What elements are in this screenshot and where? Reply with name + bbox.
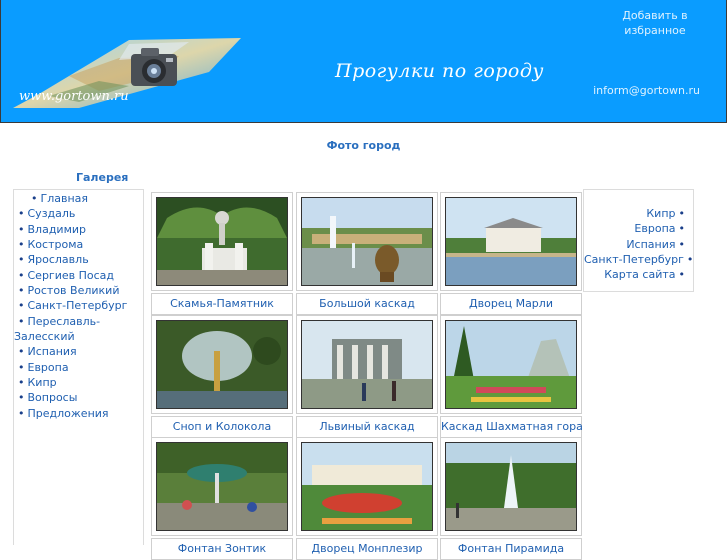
photo-thumbnail[interactable] xyxy=(440,437,582,536)
photo-caption[interactable]: Дворец Монплезир xyxy=(296,538,438,560)
nav-item-label: Предложения xyxy=(27,406,109,420)
nav-item-label: Ростов Великий xyxy=(27,284,120,298)
gallery-item[interactable]: Скамья-Памятник xyxy=(151,192,293,315)
nav-item-label: Кипр xyxy=(27,376,57,390)
nav-item-label: Ярославль xyxy=(27,253,89,267)
bullet-icon: • xyxy=(18,376,25,390)
photo-thumbnail[interactable] xyxy=(296,192,438,291)
photo-caption[interactable]: Сноп и Колокола xyxy=(151,416,293,438)
gallery-item[interactable]: Фонтан Пирамида xyxy=(440,437,582,560)
photo-caption[interactable]: Скамья-Памятник xyxy=(151,293,293,315)
bullet-icon: • xyxy=(18,284,25,298)
nav-item-label: Сергиев Посад xyxy=(27,268,115,282)
nav-item-label: Испания xyxy=(27,345,77,359)
bullet-icon: • xyxy=(18,222,25,236)
nav-item-label: Европа xyxy=(27,360,69,374)
nav-item-label: Санкт-Петербург xyxy=(27,299,128,313)
gallery-item[interactable]: Дворец Марли xyxy=(440,192,582,315)
bullet-icon: • xyxy=(18,268,25,282)
photo-thumbnail[interactable] xyxy=(151,315,293,414)
gallery-item[interactable]: Фонтан Зонтик xyxy=(151,437,293,560)
nav-item-label: Европа xyxy=(634,222,676,236)
gallery-heading: Галерея xyxy=(76,171,129,184)
nav-item-suzdal[interactable]: • Суздаль xyxy=(14,206,143,221)
photo-caption[interactable]: Дворец Марли xyxy=(440,293,582,315)
bullet-icon: • xyxy=(686,253,694,267)
page-title: Фото город xyxy=(326,139,401,152)
bullet-icon: • xyxy=(678,207,686,220)
nav-item-spain[interactable]: • Испания xyxy=(14,344,143,359)
bullet-icon: • xyxy=(18,360,25,374)
header-banner: www.gortown.ru Прогулки по городу Добави… xyxy=(0,0,727,123)
nav-item-label: Испания xyxy=(626,237,676,251)
logo-text: www.gortown.ru xyxy=(19,89,129,104)
nav-item-kostroma[interactable]: • Кострома xyxy=(14,237,143,252)
nav-item-label: Вопросы xyxy=(27,391,78,405)
nav-item-vladimir[interactable]: • Владимир xyxy=(14,222,143,237)
nav-item-label: Владимир xyxy=(27,222,87,236)
photo-thumbnail[interactable] xyxy=(296,315,438,414)
gallery-item[interactable]: Каскад Шахматная гора xyxy=(440,315,583,438)
left-nav-menu: • Главная • Суздаль • Владимир • Кострома • Я… xyxy=(13,189,144,545)
right-nav-item-cyprus[interactable]: Кипр • xyxy=(584,206,685,221)
add-to-favorites-link[interactable]: Добавить в избранное xyxy=(610,8,700,38)
nav-item-label: Карта сайта xyxy=(604,268,676,282)
gallery-item[interactable]: Сноп и Колокола xyxy=(151,315,293,438)
gallery-item[interactable]: Дворец Монплезир xyxy=(296,437,438,560)
bullet-icon: • xyxy=(18,314,25,328)
bullet-icon: • xyxy=(31,192,38,205)
bullet-icon: • xyxy=(18,391,25,405)
bullet-icon: • xyxy=(18,345,25,359)
email-link[interactable]: inform@gortown.ru xyxy=(593,84,700,97)
nav-item-cyprus[interactable]: • Кипр xyxy=(14,375,143,390)
nav-item-label: Санкт-Петербург xyxy=(584,253,684,267)
bullet-icon: • xyxy=(678,237,686,251)
photo-thumbnail[interactable] xyxy=(440,315,582,414)
photo-thumbnail[interactable] xyxy=(296,437,438,536)
site-title: Прогулки по городу xyxy=(335,60,544,82)
photo-caption[interactable]: Большой каскад xyxy=(296,293,438,315)
nav-item-label: Главная xyxy=(40,192,89,205)
bullet-icon: • xyxy=(678,268,686,282)
nav-item-rostov[interactable]: • Ростов Великий xyxy=(14,283,143,298)
nav-item-suggestions[interactable]: • Предложения xyxy=(14,406,143,421)
gallery-item[interactable]: Большой каскад xyxy=(296,192,438,315)
right-nav-item-spb[interactable]: Санкт-Петербург • xyxy=(584,252,693,267)
right-nav-item-spain[interactable]: Испания • xyxy=(584,237,685,252)
nav-item-pereslavl[interactable]: • Переславль-Залесский xyxy=(14,314,143,345)
nav-item-yaroslavl[interactable]: • Ярославль xyxy=(14,252,143,267)
bullet-icon: • xyxy=(18,207,25,221)
nav-item-label: Переславль-Залесский xyxy=(14,314,101,344)
bullet-icon: • xyxy=(18,299,25,313)
right-nav-item-sitemap[interactable]: Карта сайта • xyxy=(584,267,685,282)
photo-caption[interactable]: Фонтан Пирамида xyxy=(440,538,582,560)
bullet-icon: • xyxy=(678,222,686,236)
photo-caption[interactable]: Львиный каскад xyxy=(296,416,438,438)
nav-item-questions[interactable]: • Вопросы xyxy=(14,390,143,405)
nav-item-europe[interactable]: • Европа xyxy=(14,360,143,375)
photo-thumbnail[interactable] xyxy=(151,437,293,536)
nav-item-spb[interactable]: • Санкт-Петербург xyxy=(14,298,143,313)
photo-caption[interactable]: Фонтан Зонтик xyxy=(151,538,293,560)
photo-thumbnail[interactable] xyxy=(151,192,293,291)
bullet-icon: • xyxy=(18,253,25,267)
bullet-icon: • xyxy=(18,238,25,252)
bullet-icon: • xyxy=(18,406,25,420)
nav-item-label: Суздаль xyxy=(27,207,76,221)
nav-item-home[interactable]: • Главная xyxy=(14,191,143,206)
photo-caption[interactable]: Каскад Шахматная гора xyxy=(440,416,583,438)
photo-thumbnail[interactable] xyxy=(440,192,582,291)
nav-item-label: Кострома xyxy=(27,238,84,252)
nav-item-sergiev-posad[interactable]: • Сергиев Посад xyxy=(14,268,143,283)
nav-item-label: Кипр xyxy=(646,207,676,220)
site-logo[interactable]: www.gortown.ru xyxy=(9,36,244,110)
gallery-item[interactable]: Львиный каскад xyxy=(296,315,438,438)
right-nav-menu: Кипр • Европа • Испания • Санкт-Петербург • … xyxy=(583,189,694,292)
right-nav-item-europe[interactable]: Европа • xyxy=(584,221,685,236)
